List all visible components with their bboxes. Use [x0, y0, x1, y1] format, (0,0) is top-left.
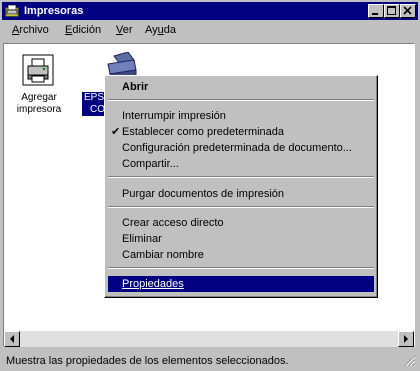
menu-item-purgar[interactable]: Purgar documentos de impresión	[108, 186, 374, 202]
context-menu: Abrir Interrumpir impresión ✔ Establecer…	[104, 75, 378, 298]
menu-item-compartir[interactable]: Compartir...	[108, 156, 374, 172]
arrow-left-icon	[10, 335, 14, 343]
printers-window: Impresoras Archivo Edición Ver Ayuda Agr…	[0, 0, 420, 371]
add-printer-label: Agregar impresora	[16, 92, 62, 115]
window-title: Impresoras	[24, 5, 84, 17]
close-button[interactable]	[400, 4, 416, 18]
minimize-icon	[372, 13, 378, 15]
menu-item-propiedades[interactable]: Propiedades	[108, 276, 374, 292]
menu-separator	[108, 206, 374, 208]
menu-separator	[108, 176, 374, 178]
menu-separator	[108, 99, 374, 101]
maximize-icon	[387, 6, 396, 15]
menu-ver[interactable]: Ver	[116, 24, 133, 37]
menu-archivo[interactable]: Archivo	[12, 24, 49, 37]
arrow-right-icon	[404, 335, 408, 343]
title-bar[interactable]: Impresoras	[2, 2, 418, 20]
menu-ayuda[interactable]: Ayuda	[145, 24, 176, 37]
menu-item-configuracion[interactable]: Configuración predeterminada de document…	[108, 140, 374, 156]
add-printer-icon	[22, 54, 54, 86]
menu-item-eliminar[interactable]: Eliminar	[108, 231, 374, 247]
maximize-button[interactable]	[384, 4, 400, 18]
scroll-left-button[interactable]	[4, 331, 20, 347]
menu-bar: Archivo Edición Ver Ayuda	[2, 21, 418, 39]
printers-folder-icon	[5, 4, 19, 17]
menu-item-abrir[interactable]: Abrir	[108, 79, 374, 95]
menu-item-predeterminada[interactable]: ✔ Establecer como predeterminada	[108, 124, 374, 140]
check-mark-icon: ✔	[111, 126, 121, 138]
status-text: Muestra las propiedades de los elementos…	[6, 355, 289, 367]
menu-separator	[108, 267, 374, 269]
scroll-right-button[interactable]	[398, 331, 414, 347]
add-printer-item[interactable]	[22, 54, 54, 86]
menu-item-interrumpir[interactable]: Interrumpir impresión	[108, 108, 374, 124]
menu-item-acceso-directo[interactable]: Crear acceso directo	[108, 215, 374, 231]
menu-edicion[interactable]: Edición	[65, 24, 101, 37]
menu-item-cambiar-nombre[interactable]: Cambiar nombre	[108, 247, 374, 263]
status-bar: Muestra las propiedades de los elementos…	[2, 351, 418, 369]
minimize-button[interactable]	[368, 4, 384, 18]
close-icon	[403, 6, 412, 15]
resize-grip-icon[interactable]	[402, 353, 416, 367]
horizontal-scrollbar[interactable]	[4, 331, 414, 347]
